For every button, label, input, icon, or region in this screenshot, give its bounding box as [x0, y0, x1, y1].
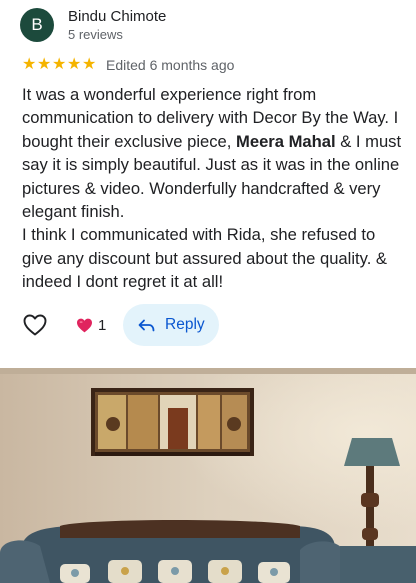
reply-label: Reply: [165, 316, 205, 333]
star-icon: ★: [67, 56, 82, 73]
rating-row: ★ ★ ★ ★ ★ Edited 6 months ago: [22, 56, 234, 74]
star-icon: ★: [52, 56, 67, 73]
edited-timestamp: Edited 6 months ago: [106, 57, 235, 73]
review-paragraph-1: It was a wonderful experience right from…: [22, 83, 402, 223]
star-icon: ★: [82, 56, 97, 73]
review-header: B Bindu Chimote 5 reviews: [20, 7, 166, 43]
avatar[interactable]: B: [20, 8, 54, 42]
reaction-summary[interactable]: 1: [76, 317, 106, 334]
living-room-photo: [0, 368, 416, 583]
author-review-count: 5 reviews: [68, 26, 123, 42]
author-name[interactable]: Bindu Chimote: [68, 8, 166, 26]
product-name-highlight: Meera Mahal: [236, 131, 336, 151]
like-button[interactable]: [22, 312, 48, 338]
red-heart-icon: [77, 318, 92, 332]
star-icon: ★: [37, 56, 52, 73]
reply-button[interactable]: Reply: [123, 304, 220, 346]
star-icon: ★: [22, 56, 37, 73]
review-actions: 1 Reply: [22, 304, 412, 346]
author-info: Bindu Chimote 5 reviews: [68, 8, 166, 43]
review-photo[interactable]: [0, 368, 416, 583]
heart-outline-icon: [23, 314, 47, 336]
reply-arrow-icon: [138, 319, 155, 331]
review-paragraph-2: I think I communicated with Rida, she re…: [22, 225, 387, 292]
review-text: It was a wonderful experience right from…: [22, 83, 402, 294]
reaction-count: 1: [98, 316, 107, 334]
star-rating: ★ ★ ★ ★ ★: [22, 56, 97, 74]
